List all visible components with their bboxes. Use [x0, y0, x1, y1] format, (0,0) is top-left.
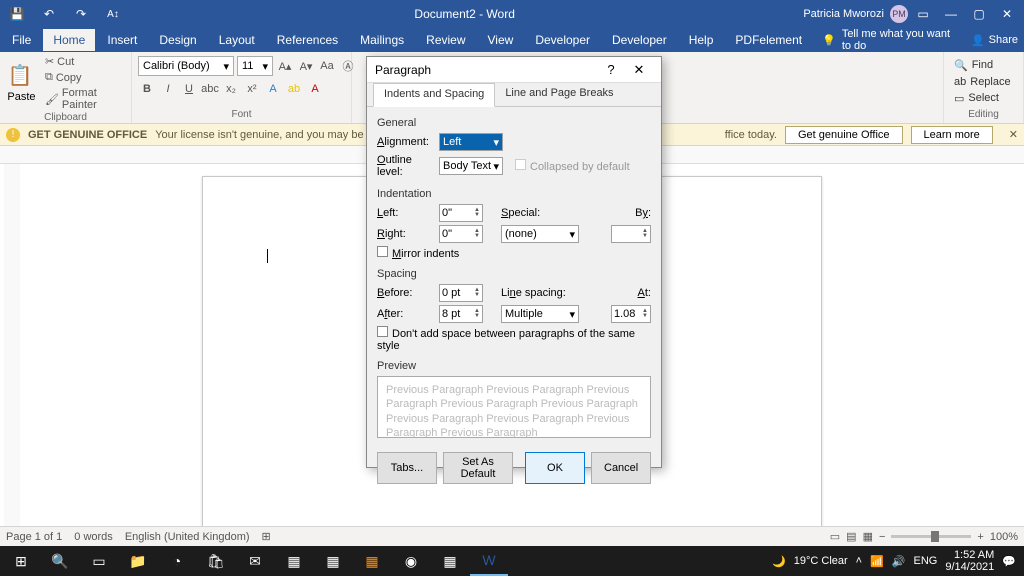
spinner-arrows-icon: ▲▼ [474, 208, 480, 218]
section-spacing: Spacing [377, 268, 651, 280]
alignment-select[interactable]: Left ▾ [439, 133, 503, 151]
chevron-down-icon: ▾ [569, 308, 575, 321]
outline-value: Body Text [443, 160, 491, 172]
chevron-down-icon: ▾ [493, 136, 499, 149]
special-select[interactable]: (none) ▾ [501, 225, 579, 243]
line-spacing-select[interactable]: Multiple ▾ [501, 305, 579, 323]
section-indentation: Indentation [377, 188, 651, 200]
spinner-arrows-icon: ▲▼ [642, 229, 648, 239]
outline-select[interactable]: Body Text▾ [439, 157, 503, 175]
by-spinner[interactable]: ▲▼ [611, 225, 651, 243]
cancel-button[interactable]: Cancel [591, 452, 651, 484]
indent-right-label: Right: [377, 228, 435, 240]
spinner-arrows-icon: ▲▼ [474, 288, 480, 298]
paragraph-dialog: Paragraph ? ✕ Indents and Spacing Line a… [366, 56, 662, 468]
dialog-backdrop: Paragraph ? ✕ Indents and Spacing Line a… [0, 0, 1024, 576]
mirror-checkbox[interactable]: MMirror indentsirror indents [377, 246, 459, 260]
indent-right-spinner[interactable]: 0" ▲▼ [439, 225, 483, 243]
close-dialog-icon[interactable]: ✕ [625, 62, 653, 78]
outline-label: Outline level: [377, 154, 435, 178]
before-label: Before: [377, 287, 435, 299]
section-preview: Preview [377, 360, 651, 372]
indent-right-value: 0" [442, 228, 452, 240]
at-label: At: [638, 287, 651, 299]
at-spinner[interactable]: 1.08 ▲▼ [611, 305, 651, 323]
special-label: Special: [501, 207, 551, 219]
before-spinner[interactable]: 0 pt ▲▼ [439, 284, 483, 302]
indent-left-value: 0" [442, 207, 452, 219]
section-general: General [377, 117, 651, 129]
spinner-arrows-icon: ▲▼ [474, 229, 480, 239]
at-value: 1.08 [614, 308, 635, 320]
spinner-arrows-icon: ▲▼ [642, 309, 648, 319]
ok-button[interactable]: OK [525, 452, 585, 484]
after-label: After: [377, 308, 435, 320]
help-icon[interactable]: ? [597, 62, 625, 77]
preview-box: Previous Paragraph Previous Paragraph Pr… [377, 376, 651, 438]
dialog-title: Paragraph [375, 63, 597, 77]
alignment-label: AAlignment:lignment: [377, 136, 435, 148]
special-value: (none) [505, 228, 537, 240]
indent-left-spinner[interactable]: 0" ▲▼ [439, 204, 483, 222]
after-value: 8 pt [442, 308, 460, 320]
alignment-value: Left [443, 136, 461, 148]
set-default-button[interactable]: Set As Default [443, 452, 513, 484]
dont-add-space-checkbox[interactable]: Don't add space between paragraphs of th… [377, 326, 651, 352]
after-spinner[interactable]: 8 pt ▲▼ [439, 305, 483, 323]
spinner-arrows-icon: ▲▼ [474, 309, 480, 319]
tab-indents-spacing[interactable]: Indents and Spacing [373, 83, 495, 107]
collapsed-label: Collapsed by default [530, 161, 630, 173]
chevron-down-icon: ▾ [569, 228, 575, 241]
indent-left-label: Left: [377, 207, 435, 219]
dont-add-label: Don't add space between paragraphs of th… [377, 328, 635, 352]
preview-prev-text: Previous Paragraph Previous Paragraph Pr… [386, 383, 642, 438]
tab-line-page-breaks[interactable]: Line and Page Breaks [495, 83, 623, 106]
before-value: 0 pt [442, 287, 460, 299]
chevron-down-icon: ▾ [493, 160, 499, 173]
line-spacing-label: Line spacing: [501, 287, 566, 299]
tabs-button[interactable]: Tabs... [377, 452, 437, 484]
line-spacing-value: Multiple [505, 308, 543, 320]
by-label: By: [635, 207, 651, 219]
